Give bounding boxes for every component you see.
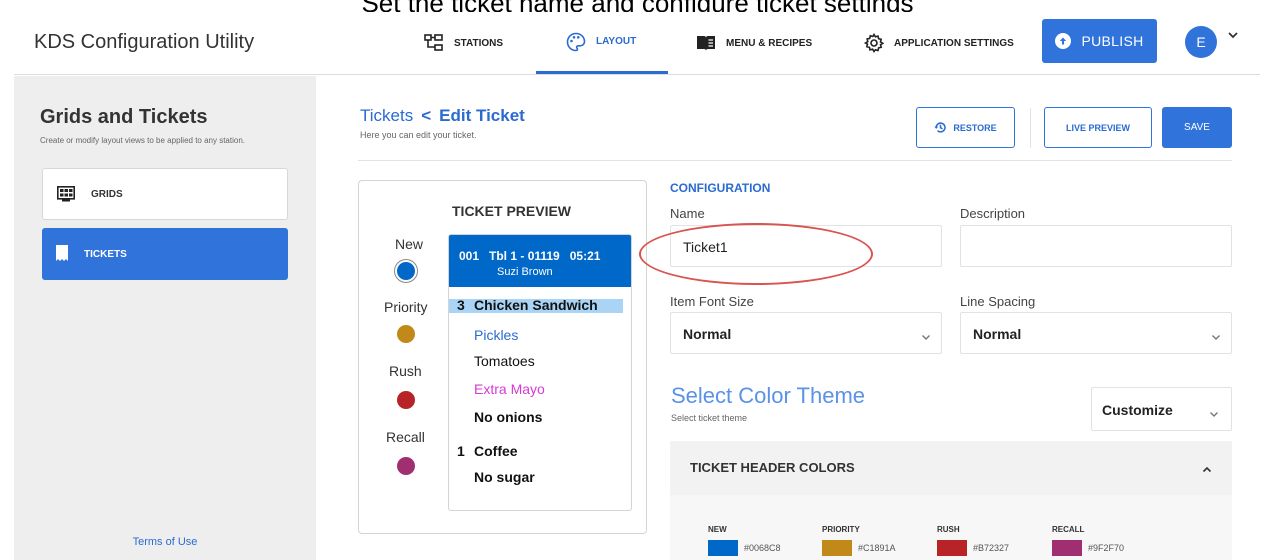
- tab-menu-recipes[interactable]: MENU & RECIPES: [696, 12, 812, 74]
- line-spacing-label: Line Spacing: [960, 294, 1036, 309]
- ticket-header-colors-section[interactable]: TICKET HEADER COLORS: [670, 441, 1232, 495]
- sidebar-subtitle: Create or modify layout views to be appl…: [40, 136, 245, 145]
- configuration-title: CONFIGURATION: [670, 181, 771, 195]
- restore-button[interactable]: RESTORE: [916, 107, 1015, 148]
- color-swatch-new[interactable]: [708, 540, 738, 556]
- item-qty: 3: [457, 297, 465, 313]
- legend-label-new: New: [395, 236, 424, 252]
- stations-icon: [424, 34, 444, 52]
- palette-icon: [566, 32, 586, 52]
- sidebar-item-grids[interactable]: GRIDS: [42, 168, 288, 220]
- terms-of-use-link[interactable]: Terms of Use: [14, 536, 316, 548]
- publish-button[interactable]: PUBLISH: [1042, 19, 1157, 63]
- chevron-down-icon: [1211, 328, 1221, 346]
- tab-application-settings[interactable]: APPLICATION SETTINGS: [864, 12, 1014, 74]
- page-subtitle: Here you can edit your ticket.: [360, 130, 477, 140]
- color-theme-title: Select Color Theme: [671, 383, 866, 408]
- swatch-hex-new: #0068C8: [744, 543, 781, 553]
- modifier: Tomatoes: [474, 353, 535, 369]
- chevron-down-icon[interactable]: [1227, 27, 1239, 45]
- name-label: Name: [670, 206, 705, 221]
- modifier: No onions: [474, 409, 543, 425]
- breadcrumb: Tickets < Edit Ticket: [360, 106, 525, 126]
- ticket-header-info: 001 Tbl 1 - 01119 05:21: [459, 249, 601, 263]
- item-name: Chicken Sandwich: [474, 297, 598, 313]
- swatch-hex-rush: #B72327: [973, 543, 1010, 553]
- line-spacing-select[interactable]: Normal: [960, 312, 1232, 354]
- sidebar-title: Grids and Tickets: [40, 106, 208, 128]
- theme-select-value: Customize: [1102, 402, 1173, 418]
- app-title: KDS Configuration Utility: [34, 31, 255, 53]
- divider: [1030, 108, 1031, 148]
- color-theme-subtitle: Select ticket theme: [671, 413, 748, 423]
- sidebar: Grids and Tickets Create or modify layou…: [14, 76, 316, 560]
- modifier: No sugar: [474, 469, 535, 485]
- swatch-label-rush: RUSH: [937, 525, 960, 534]
- legend-label-recall: Recall: [386, 429, 425, 445]
- item-font-size-label: Item Font Size: [670, 294, 754, 309]
- book-icon: [696, 34, 716, 52]
- gear-icon: [864, 33, 884, 53]
- chevron-down-icon: [921, 328, 931, 346]
- ticket-icon: [56, 245, 68, 263]
- legend-dot-new[interactable]: [397, 262, 415, 280]
- ticket-preview-title: TICKET PREVIEW: [452, 203, 572, 219]
- ticket-preview: 001 Tbl 1 - 01119 05:21 Suzi Brown 3 Chi…: [448, 234, 632, 511]
- page-title: Edit Ticket: [439, 106, 525, 125]
- chevron-up-icon[interactable]: [1202, 461, 1212, 479]
- legend-dot-priority[interactable]: [397, 325, 415, 343]
- breadcrumb-tickets-link[interactable]: Tickets: [360, 106, 413, 125]
- swatch-hex-recall: #9F2F70: [1088, 543, 1125, 553]
- theme-select[interactable]: Customize: [1091, 387, 1232, 431]
- save-button[interactable]: SAVE: [1162, 107, 1232, 148]
- color-swatch-priority[interactable]: [822, 540, 852, 556]
- avatar[interactable]: E: [1185, 26, 1217, 58]
- live-preview-button[interactable]: LIVE PREVIEW: [1044, 107, 1152, 148]
- swatch-label-recall: RECALL: [1052, 525, 1085, 534]
- breadcrumb-separator: <: [421, 106, 432, 125]
- item-font-size-select[interactable]: Normal: [670, 312, 942, 354]
- chevron-down-icon: [1209, 405, 1219, 423]
- description-field[interactable]: [960, 225, 1232, 267]
- item-qty: 1: [457, 443, 465, 459]
- item-name: Coffee: [474, 443, 518, 459]
- ticket-customer-name: Suzi Brown: [497, 266, 553, 278]
- arrow-up-icon: [1055, 33, 1072, 49]
- section-title: TICKET HEADER COLORS: [690, 460, 855, 475]
- description-label: Description: [960, 206, 1026, 221]
- legend-dot-rush[interactable]: [397, 391, 415, 409]
- sidebar-item-tickets[interactable]: TICKETS: [42, 228, 288, 280]
- modifier: Extra Mayo: [474, 381, 545, 397]
- restore-icon: [934, 121, 947, 134]
- divider: [358, 160, 1232, 161]
- instruction-caption: Set the ticket name and configure ticket…: [0, 0, 1275, 12]
- legend-dot-recall[interactable]: [397, 457, 415, 475]
- tab-stations[interactable]: STATIONS: [424, 12, 503, 74]
- legend-label-rush: Rush: [389, 363, 422, 379]
- swatch-label-priority: PRIORITY: [822, 525, 860, 534]
- tab-layout[interactable]: LAYOUT: [536, 12, 668, 74]
- color-swatch-recall[interactable]: [1052, 540, 1082, 556]
- annotation-ellipse: [639, 223, 873, 285]
- swatch-label-new: NEW: [708, 525, 727, 534]
- item-font-size-value: Normal: [683, 326, 732, 342]
- modifier: Pickles: [474, 327, 519, 343]
- grid-icon: [57, 186, 75, 202]
- color-swatch-rush[interactable]: [937, 540, 967, 556]
- swatch-hex-priority: #C1891A: [858, 543, 896, 553]
- legend-label-priority: Priority: [384, 299, 428, 315]
- ticket-header: 001 Tbl 1 - 01119 05:21 Suzi Brown: [449, 235, 631, 287]
- line-spacing-value: Normal: [973, 326, 1022, 342]
- top-bar: KDS Configuration Utility STATIONS LAYOU…: [14, 12, 1260, 75]
